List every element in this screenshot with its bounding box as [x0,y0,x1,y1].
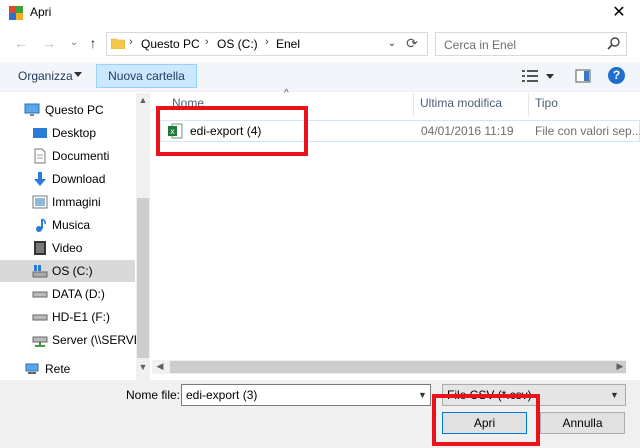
scroll-left-icon[interactable]: ◀ [154,361,166,372]
folder-icon [111,38,125,49]
navigation-scrollbar-thumb[interactable] [137,198,149,358]
sidebar-item-questo-pc[interactable]: Questo PC [0,99,135,121]
app-icon [9,6,23,20]
os-drive-icon [32,265,48,278]
close-button[interactable]: ✕ [598,0,640,26]
pictures-icon [32,195,48,209]
scroll-right-icon[interactable]: ▶ [614,361,626,372]
organize-button[interactable]: Organizza [18,69,73,83]
breadcrumb-os-c[interactable]: OS (C:) [217,37,258,51]
documents-icon [34,148,46,164]
window-title: Apri [30,5,52,19]
sidebar-item-label: Rete [45,362,71,376]
forward-arrow-icon[interactable]: → [40,34,58,52]
cancel-button[interactable]: Annulla [540,412,625,434]
sidebar-item-immagini[interactable]: Immagini [0,191,135,213]
search-box[interactable]: Cerca in Enel [435,32,627,56]
sidebar-item-os-c[interactable]: OS (C:) [0,260,135,282]
column-divider[interactable] [413,93,414,117]
recent-dropdown-icon[interactable]: ⌄ [65,34,83,52]
file-modified: 04/01/2016 11:19 [421,124,514,138]
refresh-icon[interactable]: ⟳ [404,35,420,51]
filename-label: Nome file: [126,388,181,402]
drive-icon [32,314,48,321]
column-header-modified[interactable]: Ultima modifica [420,96,502,110]
sidebar-item-server[interactable]: Server (\\SERVER [0,329,150,351]
annotation-highlight-file [156,106,308,156]
open-dialog: Apri ✕ ← → ⌄ ↑ › Questo PC › OS (C:) › E… [0,0,640,448]
sidebar-item-video[interactable]: Video [0,237,135,259]
sidebar-item-label: Questo PC [45,103,104,117]
back-arrow-icon[interactable]: ← [12,34,30,52]
sidebar-item-data-d[interactable]: DATA (D:) [0,283,135,305]
sidebar-item-rete[interactable]: Rete [0,358,135,380]
sidebar-item-download[interactable]: Download [0,168,135,190]
sort-ascending-icon: ^ [284,88,289,99]
scroll-up-icon[interactable]: ▲ [137,95,149,105]
computer-icon [24,103,40,116]
download-icon [34,172,46,186]
column-divider[interactable] [528,93,529,117]
sidebar-item-label: Video [52,241,83,255]
network-icon [25,363,39,374]
drive-icon [32,291,48,298]
sidebar-item-label: HD-E1 (F:) [52,310,110,324]
breadcrumb-enel[interactable]: Enel [276,37,300,51]
filename-input[interactable]: edi-export (3) [181,384,431,406]
organize-dropdown-icon[interactable] [74,72,82,77]
breadcrumb-separator: › [129,36,133,48]
filename-dropdown-icon[interactable]: ▼ [418,390,427,400]
search-icon[interactable] [606,36,622,52]
network-drive-icon [32,336,48,347]
help-icon[interactable]: ? [608,67,625,84]
annotation-highlight-open-button [432,394,540,446]
address-bar[interactable]: › Questo PC › OS (C:) › Enel [106,32,428,56]
sidebar-item-label: Desktop [52,126,97,140]
sidebar-item-label: OS (C:) [52,264,93,278]
file-type: File con valori sep... [535,124,640,138]
sidebar-item-documenti[interactable]: Documenti [0,145,135,167]
column-header-type[interactable]: Tipo [535,96,558,110]
breadcrumb-questo-pc[interactable]: Questo PC [141,37,200,51]
breadcrumb-separator: › [205,36,209,48]
title-bar: Apri ✕ [0,0,640,26]
sidebar-item-label: Download [52,172,106,186]
horizontal-scrollbar-thumb[interactable] [170,361,626,373]
address-dropdown-icon[interactable]: ⌄ [384,36,400,52]
up-arrow-icon[interactable]: ↑ [84,34,102,52]
sidebar-item-label: DATA (D:) [52,287,105,301]
breadcrumb-separator: › [265,36,269,48]
view-dropdown-icon[interactable] [546,74,554,79]
scroll-down-icon[interactable]: ▼ [137,362,149,372]
view-options-icon[interactable] [522,69,538,83]
filetype-dropdown-icon[interactable]: ▼ [610,390,619,400]
preview-pane-icon[interactable] [575,68,591,84]
desktop-icon [33,128,47,138]
search-input[interactable]: Cerca in Enel [444,38,516,52]
new-folder-button[interactable]: Nuova cartella [96,64,197,88]
sidebar-item-label: Immagini [52,195,101,209]
sidebar-item-hd-e1-f[interactable]: HD-E1 (F:) [0,306,135,328]
video-icon [34,241,46,255]
sidebar-item-musica[interactable]: Musica [0,214,135,236]
sidebar-item-desktop[interactable]: Desktop [0,122,135,144]
sidebar-item-label: Musica [52,218,91,232]
sidebar-item-label: Documenti [52,149,110,163]
music-icon [36,218,46,232]
